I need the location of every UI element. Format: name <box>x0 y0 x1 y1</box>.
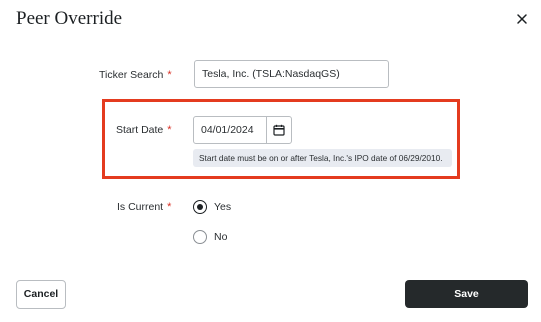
calendar-button[interactable] <box>267 117 291 143</box>
calendar-icon <box>273 124 285 136</box>
save-button[interactable]: Save <box>405 280 528 308</box>
start-date-hint: Start date must be on or after Tesla, In… <box>193 149 452 167</box>
dialog-title: Peer Override <box>16 8 123 29</box>
radio-dot <box>197 204 203 210</box>
radio-option-no[interactable]: No <box>193 230 227 244</box>
start-date-field[interactable]: 04/01/2024 <box>193 116 292 144</box>
required-marker: * <box>167 201 172 213</box>
start-date-input[interactable]: 04/01/2024 <box>194 117 266 143</box>
ticker-search-input[interactable]: Tesla, Inc. (TSLA:NasdaqGS) <box>194 60 389 88</box>
cancel-button[interactable]: Cancel <box>16 280 66 309</box>
radio-button-checked[interactable] <box>193 200 207 214</box>
close-button[interactable] <box>513 10 531 28</box>
ticker-search-label-text: Ticker Search <box>99 69 164 81</box>
radio-label-no: No <box>214 231 228 243</box>
is-current-label: Is Current * <box>117 200 171 214</box>
start-date-label-text: Start Date <box>116 124 164 136</box>
radio-option-yes[interactable]: Yes <box>193 200 231 214</box>
radio-label-yes: Yes <box>214 201 232 213</box>
start-date-label: Start Date * <box>116 123 172 137</box>
required-marker: * <box>167 69 172 81</box>
peer-override-dialog: Peer Override Ticker Search * Tesla, Inc.… <box>0 0 541 322</box>
close-icon <box>517 14 527 24</box>
required-marker: * <box>167 124 172 136</box>
radio-button-unchecked[interactable] <box>193 230 207 244</box>
is-current-label-text: Is Current <box>117 201 164 213</box>
ticker-search-label: Ticker Search * <box>99 68 172 82</box>
